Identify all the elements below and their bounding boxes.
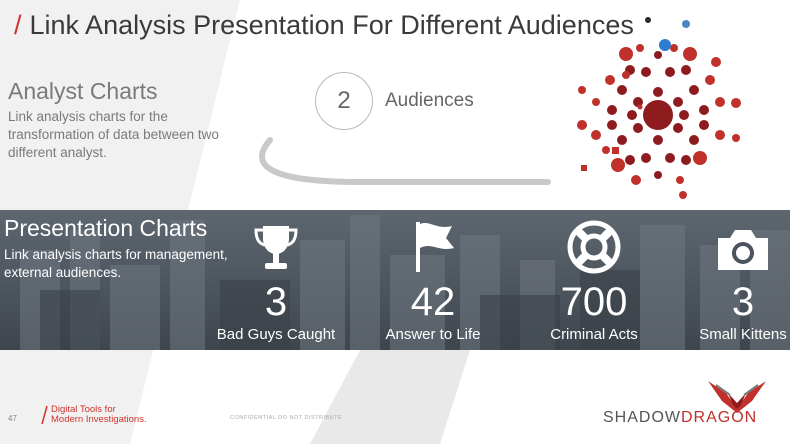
stat-label: Criminal Acts (550, 326, 638, 343)
stat-number: 700 (560, 280, 628, 324)
network-cluster-graphic (577, 17, 741, 199)
title-slash: / (14, 10, 22, 40)
audiences-count-circle: 2 (315, 72, 373, 130)
stat-label: Small Kittens (699, 326, 787, 343)
analyst-description: Link analysis charts for the transformat… (8, 109, 219, 160)
tagline-slash-mark (41, 405, 48, 425)
stat-bad-guys: 3 Bad Guys Caught (201, 214, 351, 343)
flag-icon (416, 222, 454, 272)
camera-icon (718, 230, 768, 270)
analyst-heading: Analyst Charts (8, 78, 158, 104)
lifebuoy-icon (567, 220, 621, 274)
stat-criminal-acts: 700 Criminal Acts (519, 214, 669, 343)
page-title: / Link Analysis Presentation For Differen… (14, 10, 634, 41)
stat-label: Answer to Life (385, 326, 481, 343)
stat-number: 3 (264, 280, 288, 324)
footer-tagline: Digital Tools for Modern Investigations. (51, 405, 147, 425)
page-number: 47 (8, 414, 17, 423)
title-text: Link Analysis Presentation For Different… (29, 10, 634, 40)
stat-label: Bad Guys Caught (216, 326, 336, 343)
stat-number: 42 (410, 280, 456, 324)
presentation-heading: Presentation Charts (4, 215, 208, 241)
tagline-line-2: Modern Investigations. (51, 414, 147, 425)
confidential-notice: CONFIDENTIAL DO NOT DISTRIBUTE (230, 415, 343, 421)
brand-part-shadow: SHADOW (603, 409, 681, 426)
trophy-icon (254, 226, 298, 269)
audiences-count: 2 (337, 87, 351, 114)
audiences-label: Audiences (385, 90, 474, 111)
stat-answer-to-life: 42 Answer to Life (358, 214, 508, 343)
brand-wordmark: SHADOWDRAGON (603, 409, 757, 427)
brand-part-dragon: DRAGON (681, 409, 758, 426)
stat-small-kittens: 3 Small Kittens (668, 214, 790, 343)
stat-number: 3 (731, 280, 755, 324)
